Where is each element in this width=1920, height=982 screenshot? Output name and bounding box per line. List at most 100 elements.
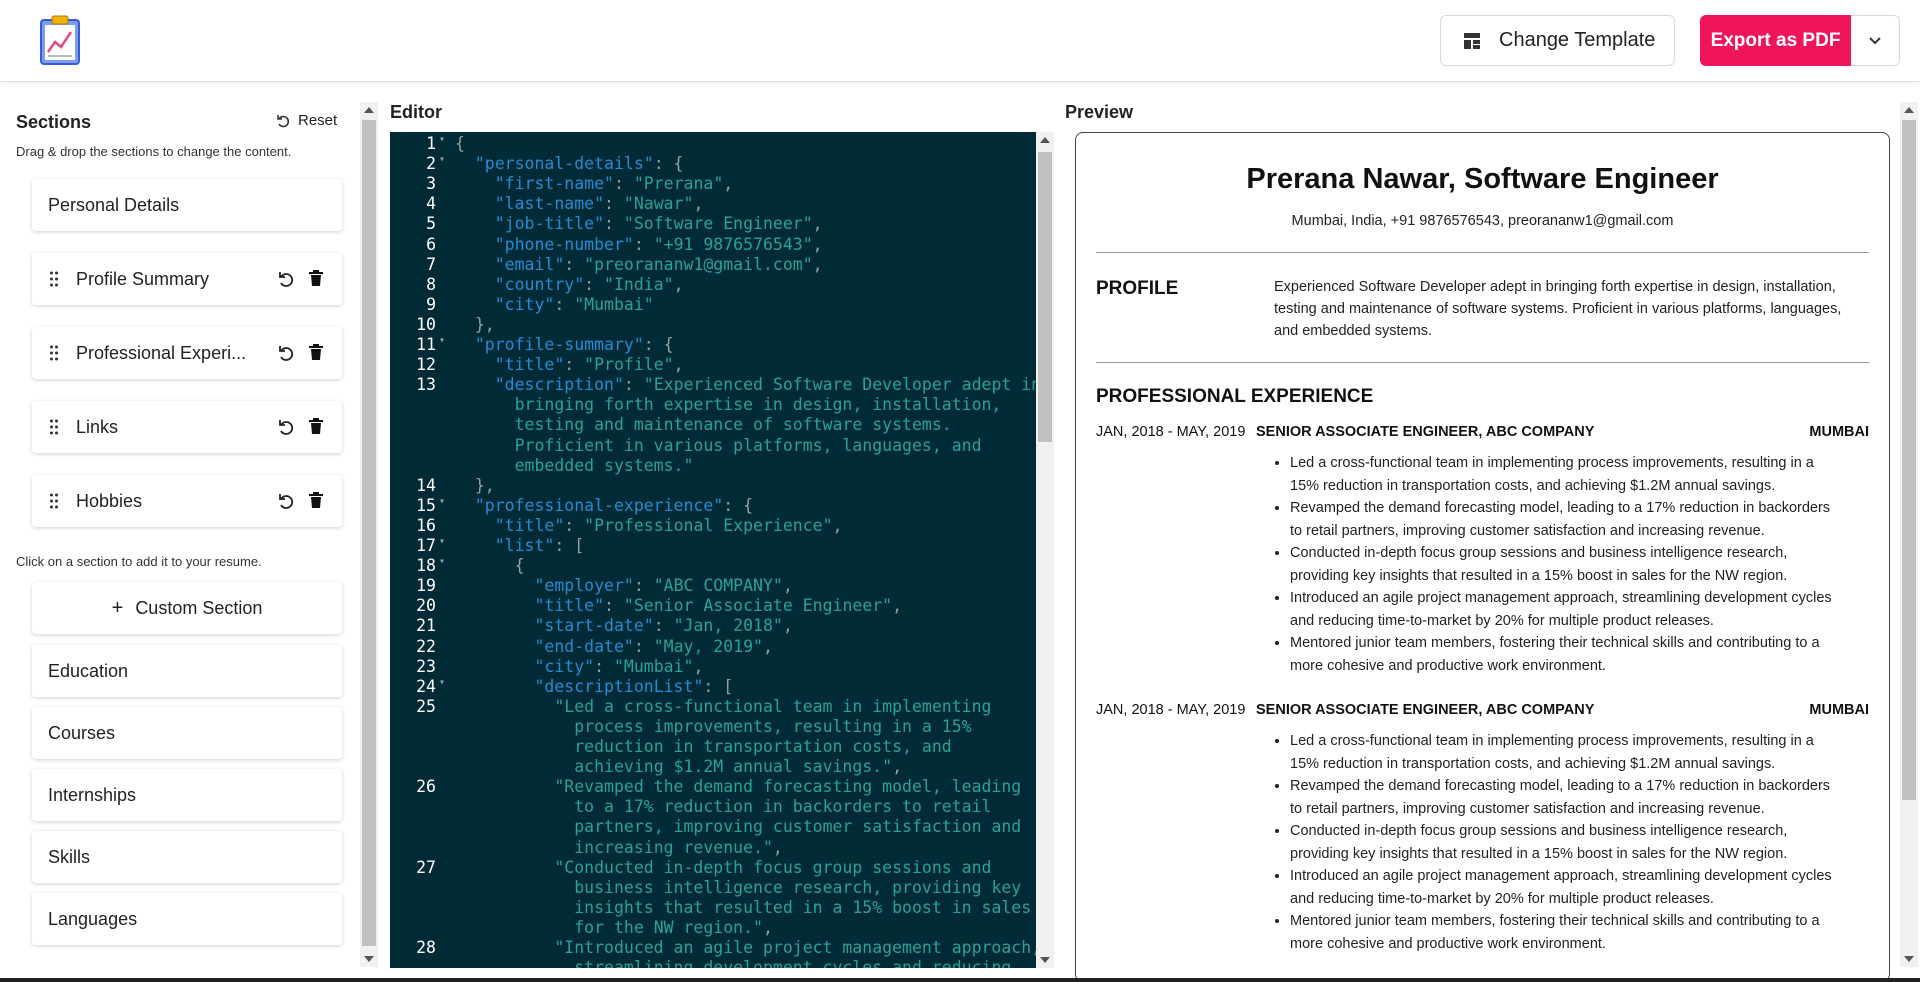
scroll-down-arrow-icon[interactable] <box>364 956 374 962</box>
code-line[interactable]: reduction in transportation costs, and <box>390 737 1036 757</box>
section-card[interactable]: Hobbies <box>32 475 342 527</box>
code-line[interactable]: partners, improving customer satisfactio… <box>390 817 1036 837</box>
code-line[interactable]: 12 "title": "Profile", <box>390 355 1036 375</box>
code-line[interactable]: achieving $1.2M annual savings.", <box>390 757 1036 777</box>
fold-toggle-icon[interactable]: ▾ <box>439 556 445 567</box>
available-section-card[interactable]: Education <box>32 645 342 697</box>
code-line[interactable]: 21 "start-date": "Jan, 2018", <box>390 616 1036 636</box>
export-options-dropdown[interactable] <box>1851 15 1900 66</box>
available-section-card[interactable]: Internships <box>32 769 342 821</box>
undo-icon[interactable] <box>277 344 295 362</box>
reset-button[interactable]: Reset <box>276 112 337 129</box>
fold-toggle-icon[interactable]: ▾ <box>439 335 445 346</box>
section-card[interactable]: Profile Summary <box>32 253 342 305</box>
code-line[interactable]: 23 "city": "Mumbai", <box>390 657 1036 677</box>
trash-icon[interactable] <box>308 269 324 287</box>
code-line[interactable]: 10 }, <box>390 315 1036 335</box>
code-text: }, <box>474 314 495 334</box>
undo-icon[interactable] <box>277 270 295 288</box>
code-line[interactable]: 27 "Conducted in-depth focus group sessi… <box>390 858 1036 878</box>
code-line[interactable]: 8 "country": "India", <box>390 275 1036 295</box>
code-line[interactable]: insights that resulted in a 15% boost in… <box>390 898 1036 918</box>
drag-handle-icon[interactable] <box>50 493 58 509</box>
code-text: streamlining development cycles and redu… <box>574 958 1012 968</box>
editor-scrollbar[interactable] <box>1036 132 1054 968</box>
code-line[interactable]: embedded systems." <box>390 456 1036 476</box>
code-line[interactable]: 26 "Revamped the demand forecasting mode… <box>390 777 1036 797</box>
code-line[interactable]: 14 }, <box>390 476 1036 496</box>
code-line[interactable]: 28 "Introduced an agile project manageme… <box>390 938 1036 958</box>
code-line[interactable]: Proficient in various platforms, languag… <box>390 436 1036 456</box>
undo-icon[interactable] <box>277 492 295 510</box>
code-line[interactable]: 9 "city": "Mumbai" <box>390 295 1036 315</box>
export-pdf-button[interactable]: Export as PDF <box>1700 15 1851 66</box>
code-line[interactable]: 15 ▾ "professional-experience": { <box>390 496 1036 516</box>
code-line[interactable]: 17 ▾ "list": [ <box>390 536 1036 556</box>
scroll-up-arrow-icon[interactable] <box>364 107 374 113</box>
available-section-card[interactable]: Languages <box>32 893 342 945</box>
code-line[interactable]: 20 "title": "Senior Associate Engineer", <box>390 596 1036 616</box>
section-label: Courses <box>48 722 116 743</box>
trash-icon[interactable] <box>308 343 324 361</box>
code-line[interactable]: 6 "phone-number": "+91 9876576543", <box>390 235 1036 255</box>
code-line[interactable]: 18 ▾ { <box>390 556 1036 576</box>
code-line[interactable]: process improvements, resulting in a 15% <box>390 717 1036 737</box>
custom-section-button[interactable]: + Custom Section <box>32 582 342 634</box>
fold-toggle-icon[interactable]: ▾ <box>439 496 445 507</box>
scrollbar-thumb[interactable] <box>1902 120 1916 800</box>
scroll-up-arrow-icon[interactable] <box>1040 137 1050 143</box>
job-city: MUMBAI <box>1809 702 1869 718</box>
code-text: "email": "preorananw1@gmail.com", <box>494 254 823 274</box>
code-line[interactable]: 3 "first-name": "Prerana", <box>390 174 1036 194</box>
code-line[interactable]: 19 "employer": "ABC COMPANY", <box>390 576 1036 596</box>
section-card[interactable]: Professional Experi... <box>32 327 342 379</box>
code-text: "city": "Mumbai" <box>494 294 654 314</box>
code-line[interactable]: 22 "end-date": "May, 2019", <box>390 637 1036 657</box>
json-editor[interactable]: 1 ▾{2 ▾ "personal-details": {3 "first-name… <box>390 132 1036 968</box>
fold-toggle-icon[interactable]: ▾ <box>439 134 445 145</box>
fold-toggle-icon[interactable]: ▾ <box>439 154 445 165</box>
code-line[interactable]: for the NW region.", <box>390 918 1036 938</box>
app-logo-icon[interactable] <box>38 14 82 66</box>
trash-icon[interactable] <box>308 417 324 435</box>
change-template-button[interactable]: Change Template <box>1440 15 1675 66</box>
code-line[interactable]: 13 "description": "Experienced Software … <box>390 375 1036 395</box>
sidebar-scrollbar[interactable] <box>360 102 378 967</box>
code-line[interactable]: 7 "email": "preorananw1@gmail.com", <box>390 255 1036 275</box>
scroll-up-arrow-icon[interactable] <box>1904 107 1914 113</box>
scroll-down-arrow-icon[interactable] <box>1040 957 1050 963</box>
code-line[interactable]: 4 "last-name": "Nawar", <box>390 194 1036 214</box>
code-line[interactable]: testing and maintenance of software syst… <box>390 415 1036 435</box>
code-line[interactable]: business intelligence research, providin… <box>390 878 1036 898</box>
undo-icon[interactable] <box>277 418 295 436</box>
section-card[interactable]: Links <box>32 401 342 453</box>
code-line[interactable]: to a 17% reduction in backorders to reta… <box>390 797 1036 817</box>
code-text: "last-name": "Nawar", <box>494 194 704 214</box>
fold-toggle-icon[interactable]: ▾ <box>439 677 445 688</box>
code-line[interactable]: 24 ▾ "descriptionList": [ <box>390 677 1036 697</box>
drag-handle-icon[interactable] <box>50 419 58 435</box>
code-line[interactable]: 25 "Led a cross-functional team in imple… <box>390 697 1036 717</box>
code-line[interactable]: 11 ▾ "profile-summary": { <box>390 335 1036 355</box>
scroll-down-arrow-icon[interactable] <box>1904 956 1914 962</box>
available-section-card[interactable]: Skills <box>32 831 342 883</box>
scrollbar-thumb[interactable] <box>1038 152 1052 442</box>
code-line[interactable]: 1 ▾ { <box>390 134 1036 154</box>
preview-scrollbar[interactable] <box>1900 102 1918 967</box>
code-line[interactable]: increasing revenue.", <box>390 838 1036 858</box>
code-line[interactable]: bringing forth expertise in design, inst… <box>390 395 1036 415</box>
section-card-personal-details[interactable]: Personal Details <box>32 179 342 231</box>
fold-toggle-icon[interactable]: ▾ <box>439 536 445 547</box>
scrollbar-thumb[interactable] <box>362 120 376 946</box>
trash-icon[interactable] <box>308 491 324 509</box>
experience-entry: JAN, 2018 - MAY, 2019 SENIOR ASSOCIATE EN… <box>1096 702 1869 962</box>
code-line[interactable]: streamlining development cycles and redu… <box>390 958 1036 968</box>
code-line[interactable]: 2 ▾ "personal-details": { <box>390 154 1036 174</box>
available-section-card[interactable]: Courses <box>32 707 342 759</box>
code-line[interactable]: 16 "title": "Professional Experience", <box>390 516 1036 536</box>
code-text: "profile-summary": { <box>474 335 674 354</box>
template-icon <box>1464 32 1480 49</box>
drag-handle-icon[interactable] <box>50 345 58 361</box>
drag-handle-icon[interactable] <box>50 271 58 287</box>
code-line[interactable]: 5 "job-title": "Software Engineer", <box>390 214 1036 234</box>
